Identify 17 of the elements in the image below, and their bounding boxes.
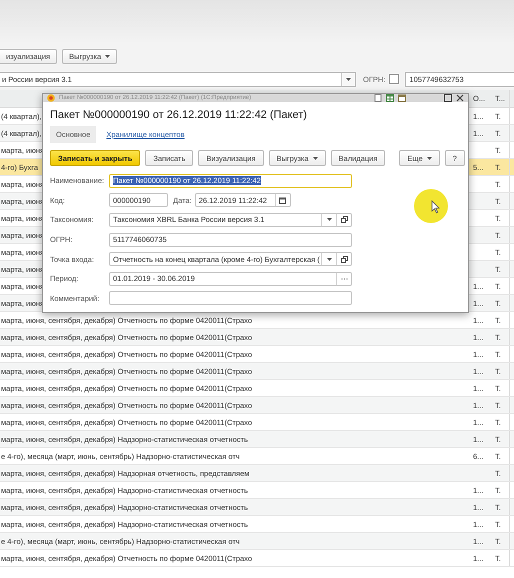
caret-icon <box>326 218 332 222</box>
table-icon[interactable] <box>386 94 394 102</box>
caret-icon <box>346 78 351 80</box>
calendar-icon[interactable] <box>279 196 286 204</box>
calendar-icon[interactable] <box>398 94 406 102</box>
close-icon[interactable] <box>456 94 464 102</box>
more-icon[interactable] <box>340 278 348 280</box>
maximize-icon[interactable] <box>444 94 452 102</box>
input-field[interactable] <box>109 291 352 306</box>
logo-icon <box>47 94 55 102</box>
open-icon[interactable] <box>340 256 348 263</box>
cursor-highlight-drawing <box>413 188 449 224</box>
caret-icon <box>105 54 110 58</box>
open-icon[interactable] <box>340 216 348 224</box>
dialog-heading: Пакет №000000190 от 26.12.2019 11:22:42 (Пакет) <box>50 109 308 121</box>
checkbox[interactable] <box>389 74 400 84</box>
document-icon[interactable] <box>374 94 382 102</box>
